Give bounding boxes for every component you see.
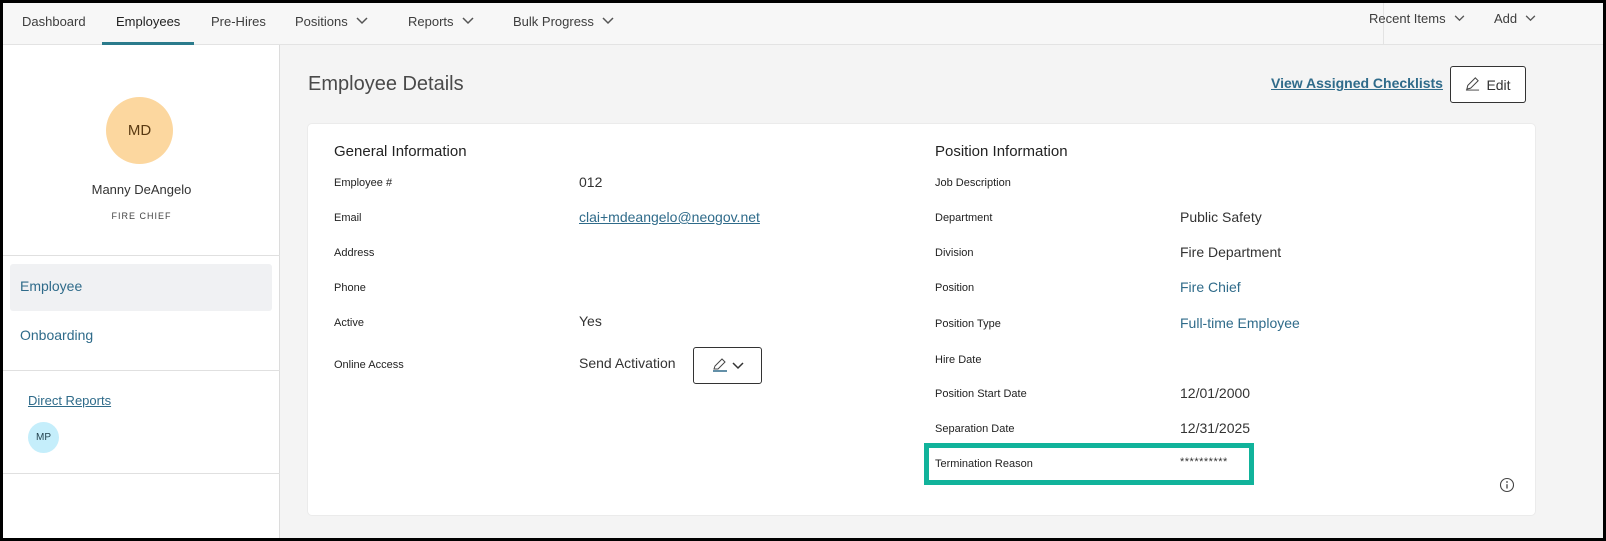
nav-bulk-progress[interactable]: Bulk Progress [513, 3, 614, 45]
divider [3, 255, 280, 256]
edit-button[interactable]: Edit [1450, 66, 1526, 103]
chevron-down-icon [731, 358, 744, 373]
field-value-division: Fire Department [1180, 244, 1282, 260]
nav-positions-label: Positions [295, 14, 348, 29]
nav-add-label: Add [1494, 11, 1518, 26]
position-link[interactable]: Fire Chief [1180, 279, 1241, 295]
field-label-active: Active [334, 317, 364, 329]
avatar-initials: MP [36, 432, 51, 443]
page-title: Employee Details [308, 73, 464, 95]
nav-reports[interactable]: Reports [408, 3, 474, 45]
general-info-title: General Information [334, 143, 467, 160]
nav-recent-items-label: Recent Items [1369, 11, 1446, 26]
view-assigned-checklists-link[interactable]: View Assigned Checklists [1271, 75, 1443, 91]
field-value-department: Public Safety [1180, 209, 1262, 225]
field-value-online-access: Send Activation [579, 355, 676, 371]
nav-dashboard-label: Dashboard [22, 14, 86, 29]
divider [3, 473, 280, 474]
nav-recent-items[interactable]: Recent Items [1369, 3, 1465, 42]
edit-button-label: Edit [1486, 76, 1511, 93]
field-label-hire-date: Hire Date [935, 354, 982, 366]
nav-dashboard[interactable]: Dashboard [22, 3, 86, 45]
email-link[interactable]: clai+mdeangelo@neogov.net [579, 209, 760, 225]
nav-add[interactable]: Add [1494, 3, 1536, 42]
sidebar-item-label: Employee [20, 278, 83, 294]
pencil-icon [712, 356, 728, 375]
field-label-address: Address [334, 247, 375, 259]
avatar-initials: MD [127, 122, 152, 139]
field-value-position-start-date: 12/01/2000 [1180, 385, 1251, 401]
field-value-active: Yes [579, 313, 602, 329]
nav-employees[interactable]: Employees [101, 3, 195, 45]
field-value-separation-date: 12/31/2025 [1180, 420, 1251, 436]
termination-reason-highlight [924, 443, 1254, 485]
field-label-email: Email [334, 212, 362, 224]
app-window: Dashboard Employees Pre-Hires Positions … [3, 3, 1603, 538]
field-value-employee-number: 012 [579, 174, 603, 190]
field-label-position-start-date: Position Start Date [935, 388, 1027, 400]
sidebar-item-label: Onboarding [20, 327, 94, 343]
field-label-department: Department [935, 212, 993, 224]
nav-pre-hires[interactable]: Pre-Hires [211, 3, 266, 45]
nav-bulk-progress-label: Bulk Progress [513, 14, 594, 29]
divider [3, 370, 280, 371]
nav-reports-label: Reports [408, 14, 454, 29]
chevron-down-icon [602, 3, 614, 40]
chevron-down-icon [1525, 3, 1536, 37]
field-label-position-type: Position Type [935, 318, 1001, 330]
employee-name: Manny DeAngelo [91, 182, 192, 197]
online-access-action-button[interactable] [693, 347, 762, 384]
sidebar: MD Manny DeAngelo FIRE CHIEF Employee On… [3, 45, 280, 538]
chevron-down-icon [1454, 3, 1465, 37]
details-card [308, 124, 1535, 515]
field-label-phone: Phone [334, 282, 366, 294]
field-label-division: Division [935, 247, 974, 259]
chevron-down-icon [462, 3, 474, 40]
nav-positions[interactable]: Positions [295, 3, 368, 45]
info-icon[interactable] [1499, 477, 1515, 496]
field-label-employee-number: Employee # [334, 177, 393, 189]
top-nav: Dashboard Employees Pre-Hires Positions … [3, 3, 1603, 45]
employee-title: FIRE CHIEF [111, 211, 172, 221]
field-label-online-access: Online Access [334, 359, 404, 371]
sidebar-item-onboarding[interactable]: Onboarding [10, 313, 272, 360]
nav-pre-hires-label: Pre-Hires [211, 14, 266, 29]
direct-reports-link[interactable]: Direct Reports [28, 393, 111, 408]
field-label-separation-date: Separation Date [935, 423, 1015, 435]
avatar: MD [106, 97, 173, 164]
field-label-position: Position [935, 282, 975, 294]
direct-report-avatar[interactable]: MP [28, 422, 59, 453]
pencil-icon [1465, 76, 1480, 94]
sidebar-item-employee[interactable]: Employee [10, 264, 272, 311]
chevron-down-icon [356, 3, 368, 40]
nav-employees-label: Employees [116, 14, 181, 29]
position-info-title: Position Information [935, 143, 1068, 160]
position-type-link[interactable]: Full-time Employee [1180, 315, 1300, 331]
field-label-job-description: Job Description [935, 177, 1011, 189]
